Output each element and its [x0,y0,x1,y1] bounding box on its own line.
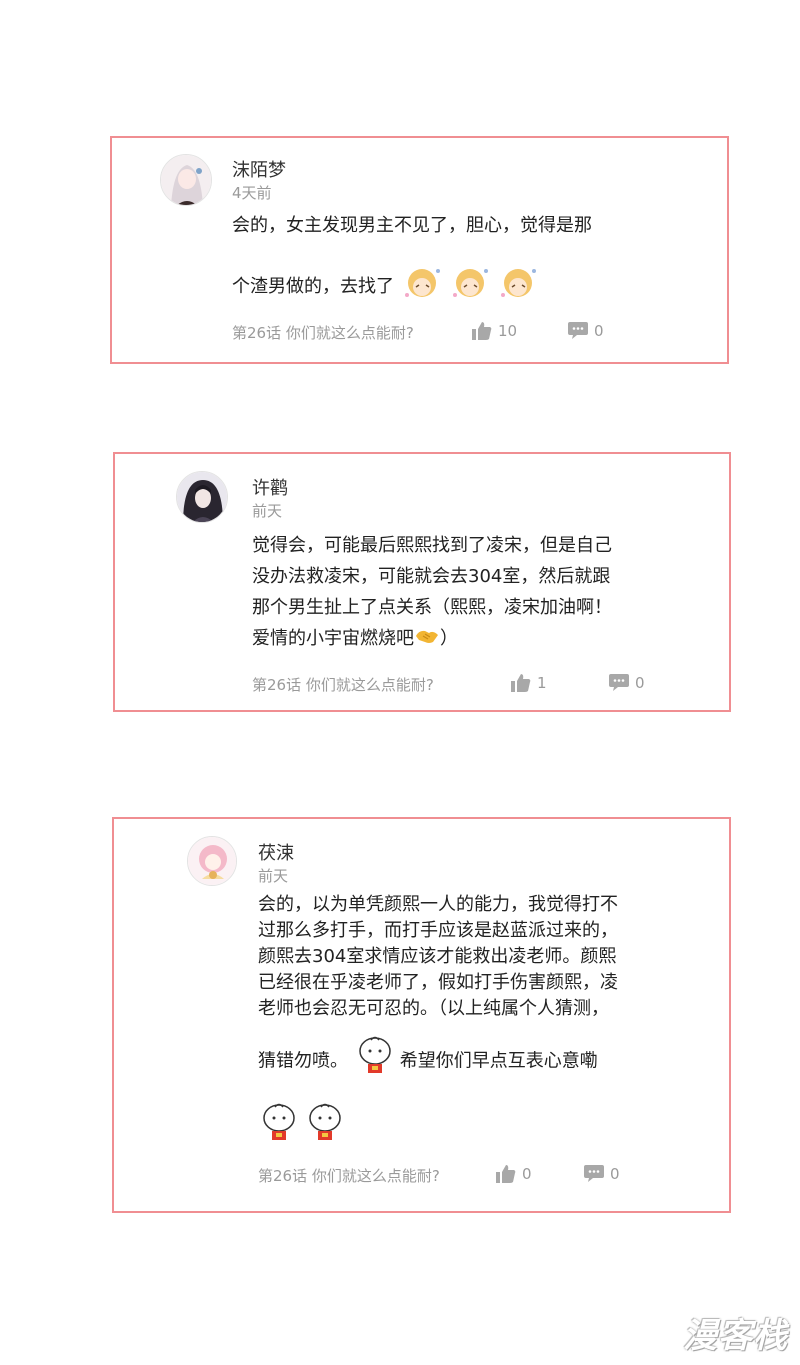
like-count: 0 [522,1165,532,1183]
thumbs-up-icon [511,674,531,692]
watermark-logo: 漫客栈 [683,1316,788,1356]
comment-line: 已经很在乎凌老师了，假如打手伤害颜熙，凌 [258,972,618,993]
reply-button[interactable]: 0 [584,1165,620,1183]
like-button[interactable]: 10 [472,322,517,340]
reply-count: 0 [635,674,645,692]
comment-card: 茯涑 前天 会的，以为单凭颜熙一人的能力，我觉得打不 过那么多打手，而打手应该是… [112,817,731,1213]
comment-line: 老师也会忍无可忍的。（以上纯属个人猜测， [258,998,609,1019]
comment-line: 猜错勿喷。 [258,1050,348,1072]
handshake-emoji-icon [415,624,439,655]
timestamp: 4天前 [232,184,272,202]
girl-sticker-icon [400,261,444,313]
bun-sticker-icon [354,1034,396,1089]
comment-line: 觉得会，可能最后熙熙找到了凌宋，但是自己 [252,535,612,556]
username[interactable]: 许鹳 [252,474,288,500]
reply-count: 0 [594,322,604,340]
chapter-link[interactable]: 第26话 你们就这么点能耐? [258,1165,440,1186]
comment-line: 会的，女主发现男主不见了，胆心，觉得是那 [232,215,592,236]
like-button[interactable]: 0 [496,1165,532,1183]
comment-line: ） [440,628,458,649]
comment-line: 过那么多打手，而打手应该是赵蓝派过来的， [258,920,618,941]
comment-text: 会的，以为单凭颜熙一人的能力，我觉得打不 过那么多打手，而打手应该是赵蓝派过来的… [258,892,618,1149]
avatar[interactable] [160,154,212,206]
comment-line: 会的，以为单凭颜熙一人的能力，我觉得打不 [258,894,618,915]
comment-card: 沫陌梦 4天前 会的，女主发现男主不见了，胆心，觉得是那 个渣男做的，去找了 第… [110,136,729,364]
reply-button[interactable]: 0 [568,322,604,340]
timestamp: 前天 [258,867,289,885]
reply-button[interactable]: 0 [609,674,645,692]
chapter-link[interactable]: 第26话 你们就这么点能耐? [252,674,434,695]
bun-sticker-icon [304,1101,346,1149]
comment-line: 那个男生扯上了点关系（熙熙，凌宋加油啊！ [252,597,612,618]
comment-line: 爱情的小宇宙燃烧吧 [252,628,414,649]
thumbs-up-icon [496,1165,516,1183]
comment-text: 觉得会，可能最后熙熙找到了凌宋，但是自己 没办法救凌宋，可能就会去304室，然后… [252,530,612,655]
comment-icon [584,1165,604,1183]
thumbs-up-icon [472,322,492,340]
girl-sticker-icon [496,261,540,313]
comment-text: 会的，女主发现男主不见了，胆心，觉得是那 个渣男做的，去找了 [232,210,592,313]
avatar[interactable] [176,471,228,523]
bun-sticker-icon [258,1101,300,1149]
comment-card: 许鹳 前天 觉得会，可能最后熙熙找到了凌宋，但是自己 没办法救凌宋，可能就会去3… [113,452,731,712]
like-count: 10 [498,322,518,340]
comment-line: 没办法救凌宋，可能就会去304室，然后就跟 [252,566,611,587]
chapter-link[interactable]: 第26话 你们就这么点能耐? [232,322,414,343]
avatar[interactable] [187,836,237,886]
comment-icon [568,322,588,340]
girl-sticker-icon [448,261,492,313]
comment-line: 个渣男做的，去找了 [232,276,394,297]
like-button[interactable]: 1 [511,674,547,692]
timestamp: 前天 [252,502,283,520]
username[interactable]: 茯涑 [258,839,294,865]
comment-icon [609,674,629,692]
reply-count: 0 [610,1165,620,1183]
comment-line: 颜熙去304室求情应该才能救出凌老师。颜熙 [258,946,617,967]
like-count: 1 [537,674,547,692]
comment-line: 希望你们早点互表心意嘞 [399,1050,598,1072]
username[interactable]: 沫陌梦 [232,156,286,182]
